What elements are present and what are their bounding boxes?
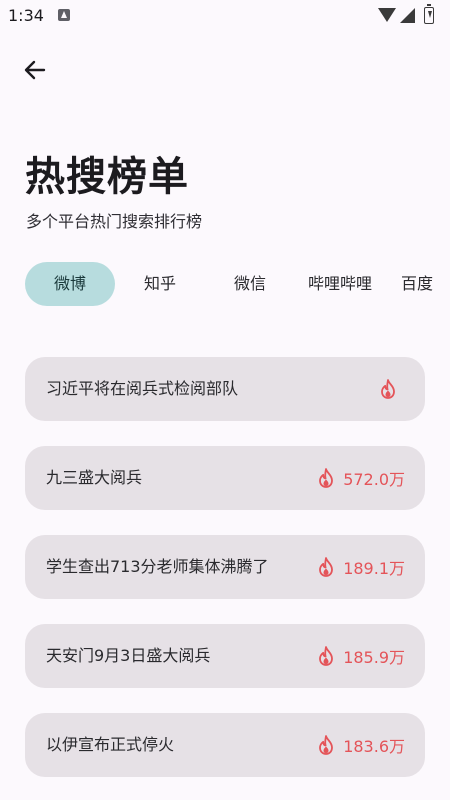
page-subtitle: 多个平台热门搜索排行榜 — [26, 212, 203, 231]
hot-item-title: 九三盛大阅兵 — [46, 468, 143, 487]
hot-item-meta: 185.9万 — [317, 624, 405, 688]
hot-list-item[interactable]: 习近平将在阅兵式检阅部队 — [25, 357, 425, 421]
hot-item-meta: 189.1万 — [317, 535, 405, 599]
fire-icon — [381, 379, 395, 399]
fire-icon — [319, 557, 334, 577]
back-button[interactable] — [20, 56, 52, 84]
status-time: 1:34 — [8, 6, 44, 25]
page-title: 热搜榜单 — [25, 154, 189, 200]
arrow-left-icon — [24, 60, 46, 80]
status-bar: 1:34 — [0, 0, 450, 32]
hot-list-item[interactable]: 以伊宣布正式停火 183.6万 — [25, 713, 425, 777]
tab-weixin[interactable]: 微信 — [205, 262, 295, 306]
hot-count: 185.9万 — [343, 648, 405, 667]
status-icons — [378, 4, 442, 26]
hot-item-meta: 572.0万 — [317, 446, 405, 510]
hot-list-item[interactable]: 九三盛大阅兵 572.0万 — [25, 446, 425, 510]
fire-icon — [319, 735, 334, 755]
signal-icon — [400, 8, 415, 23]
hot-item-title: 习近平将在阅兵式检阅部队 — [46, 379, 239, 398]
hot-item-meta: 183.6万 — [317, 713, 405, 777]
hot-item-title: 学生查出713分老师集体沸腾了 — [46, 557, 269, 576]
hot-list-item[interactable]: 天安门9月3日盛大阅兵 185.9万 — [25, 624, 425, 688]
battery-charging-icon — [424, 4, 434, 24]
hot-count: 189.1万 — [343, 559, 405, 578]
wifi-icon — [378, 8, 396, 22]
fire-icon — [319, 646, 334, 666]
hot-item-title: 以伊宣布正式停火 — [46, 735, 175, 754]
tab-weibo[interactable]: 微博 — [25, 262, 115, 306]
tab-bilibili[interactable]: 哔哩哔哩 — [295, 262, 385, 306]
platform-tabs: 微博 知乎 微信 哔哩哔哩 百度 — [25, 262, 450, 308]
hot-list-item[interactable]: 学生查出713分老师集体沸腾了 189.1万 — [25, 535, 425, 599]
hot-item-title: 天安门9月3日盛大阅兵 — [46, 646, 211, 665]
tab-baidu[interactable]: 百度 — [401, 262, 450, 306]
fire-icon — [319, 468, 334, 488]
app-notification-icon — [58, 9, 70, 21]
hot-count: 183.6万 — [343, 737, 405, 756]
hot-count: 572.0万 — [343, 470, 405, 489]
tab-zhihu[interactable]: 知乎 — [115, 262, 205, 306]
hot-item-meta — [379, 357, 405, 421]
